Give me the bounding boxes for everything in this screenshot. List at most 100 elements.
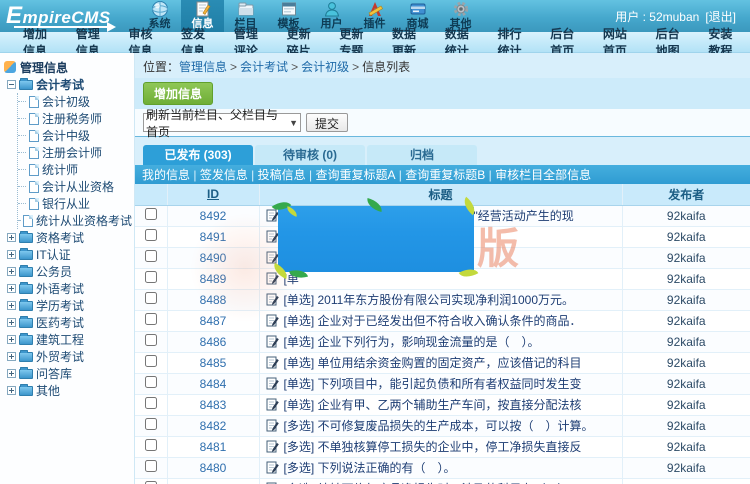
info-filter-link[interactable]: 查询重复标题B [395, 166, 485, 183]
row-publisher: 92kaifa [622, 373, 750, 394]
row-id-link[interactable]: 8484 [200, 377, 227, 391]
edit-icon[interactable] [266, 335, 279, 351]
window-icon [280, 0, 298, 18]
tree-leaf[interactable]: 注册会计师 [18, 144, 132, 161]
open-folder-icon [19, 80, 33, 90]
edit-icon[interactable] [266, 398, 279, 414]
row-id-link[interactable]: 8480 [200, 461, 227, 475]
row-title-link[interactable]: [多选] 下列说法正确的有（ ）。 [284, 461, 456, 475]
breadcrumb-link[interactable]: 管理信息 [179, 60, 227, 74]
tree-leaf[interactable]: 统计师 [18, 161, 132, 178]
info-filter-link[interactable]: 查询重复标题A [306, 166, 396, 183]
status-tab[interactable]: 待审核 (0) [255, 145, 365, 165]
row-checkbox[interactable] [145, 439, 157, 451]
row-publisher: 92kaifa [622, 436, 750, 457]
expand-icon[interactable] [7, 318, 16, 327]
expand-icon[interactable] [7, 267, 16, 276]
info-filter-link[interactable]: 我的信息 [142, 166, 190, 183]
header-id[interactable]: ID [167, 184, 259, 205]
submit-button[interactable]: 提交 [306, 113, 348, 132]
tree-node-collapsed[interactable]: 医药考试 [4, 314, 132, 331]
expand-icon[interactable] [7, 352, 16, 361]
info-filter-link[interactable]: 审核栏目全部信息 [485, 166, 591, 183]
row-checkbox[interactable] [145, 355, 157, 367]
expand-icon[interactable] [7, 301, 16, 310]
card-icon [409, 0, 427, 18]
breadcrumb-link[interactable]: 会计初级 [301, 60, 349, 74]
edit-icon[interactable] [266, 461, 279, 477]
tree-leaf[interactable]: 注册税务师 [18, 110, 132, 127]
table-header-row: ID 标题 发布者 [135, 184, 750, 205]
row-title-link[interactable]: [多选] 不可修复废品损失的生产成本，可以按（ ）计算。 [284, 419, 594, 433]
tree-leaf[interactable]: 会计中级 [18, 127, 132, 144]
row-checkbox[interactable] [145, 418, 157, 430]
breadcrumb-link[interactable]: 会计考试 [240, 60, 288, 74]
row-title-link[interactable]: [单选] 企业下列行为，影响现金流量的是（ ）。 [284, 335, 540, 349]
row-title-link[interactable]: [单选] 单位用结余资金购置的固定资产，应该借记的科目 [284, 356, 582, 370]
info-filter-link[interactable]: 签发信息 [190, 166, 248, 183]
tree-node-collapsed[interactable]: 资格考试 [4, 229, 132, 246]
row-checkbox[interactable] [145, 313, 157, 325]
table-row: 8486 [单选] 企业下列行为，影响现金流量的是（ ）。 92kaifa [135, 331, 750, 352]
collapse-icon[interactable] [7, 80, 16, 89]
row-checkbox[interactable] [145, 229, 157, 241]
edit-icon[interactable] [266, 356, 279, 372]
info-filter-link[interactable]: 投稿信息 [248, 166, 306, 183]
expand-icon[interactable] [7, 369, 16, 378]
tree-node-collapsed[interactable]: 公务员 [4, 263, 132, 280]
row-title-link[interactable]: [单选] 下列项目中，能引起负债和所有者权益同时发生变 [284, 377, 582, 391]
row-id-link[interactable]: 8483 [200, 398, 227, 412]
page-icon [29, 164, 39, 176]
table-row: 8480 [多选] 下列说法正确的有（ ）。 92kaifa [135, 457, 750, 478]
status-tab[interactable]: 归档 [367, 145, 477, 165]
add-info-button[interactable]: 增加信息 [143, 82, 213, 105]
expand-icon[interactable] [7, 335, 16, 344]
row-id-link[interactable]: 8481 [200, 440, 227, 454]
sidebar-tree: 管理信息 会计考试 会计初级 注册税务师 [0, 53, 135, 484]
tree-leaf[interactable]: 会计初级 [18, 93, 132, 110]
row-checkbox[interactable] [145, 376, 157, 388]
expand-icon[interactable] [7, 250, 16, 259]
row-title-link[interactable]: [单选] 企业对于已经发出但不符合收入确认条件的商品． [284, 314, 582, 328]
status-tab[interactable]: 已发布 (303) [143, 145, 253, 165]
logout-link[interactable]: [退出] [705, 8, 736, 25]
edit-icon[interactable] [266, 377, 279, 393]
expand-icon[interactable] [7, 284, 16, 293]
row-publisher: 92kaifa [622, 457, 750, 478]
tree-children: 会计初级 注册税务师 会计中级 注册会计师 [17, 93, 132, 229]
row-checkbox[interactable] [145, 271, 157, 283]
expand-icon[interactable] [7, 233, 16, 242]
pencil-paper-icon [194, 0, 212, 18]
tree-leaf[interactable]: 统计从业资格考试 [18, 212, 132, 229]
tree-node-collapsed[interactable]: 外贸考试 [4, 348, 132, 365]
tree-leaf[interactable]: 银行从业 [18, 195, 132, 212]
row-checkbox[interactable] [145, 250, 157, 262]
row-title-link[interactable]: [单选] 2011年东方股份有限公司实现净利润1000万元。 [284, 293, 575, 307]
tree-leaf[interactable]: 会计从业资格 [18, 178, 132, 195]
tree-node-collapsed[interactable]: 外语考试 [4, 280, 132, 297]
row-id-link[interactable]: 8486 [200, 335, 227, 349]
sidebar-root: 管理信息 [4, 58, 132, 76]
row-publisher: 92kaifa [622, 352, 750, 373]
tree-node-collapsed[interactable]: 问答库 [4, 365, 132, 382]
row-title-link[interactable]: [单选] 企业有甲、乙两个辅助生产车间，按直接分配法核 [284, 398, 582, 412]
tree-node-expanded[interactable]: 会计考试 [4, 76, 132, 93]
edit-icon[interactable] [266, 419, 279, 435]
edit-icon[interactable] [266, 440, 279, 456]
tree-node-collapsed[interactable]: 建筑工程 [4, 331, 132, 348]
tree-node-collapsed[interactable]: 其他 [4, 382, 132, 399]
chevron-down-icon: ▼ [289, 118, 298, 128]
row-checkbox[interactable] [145, 208, 157, 220]
row-id-link[interactable]: 8482 [200, 419, 227, 433]
refresh-scope-select[interactable]: 刷新当前栏目、父栏目与首页 ▼ [143, 113, 301, 132]
expand-icon[interactable] [7, 386, 16, 395]
row-checkbox[interactable] [145, 397, 157, 409]
row-checkbox[interactable] [145, 292, 157, 304]
row-checkbox[interactable] [145, 460, 157, 472]
row-checkbox[interactable] [145, 334, 157, 346]
folder-icon [19, 250, 33, 260]
tree-node-collapsed[interactable]: 学历考试 [4, 297, 132, 314]
row-id-link[interactable]: 8485 [200, 356, 227, 370]
row-title-link[interactable]: [多选] 不单独核算停工损失的企业中，停工净损失直接反 [284, 440, 582, 454]
tree-node-collapsed[interactable]: IT认证 [4, 246, 132, 263]
